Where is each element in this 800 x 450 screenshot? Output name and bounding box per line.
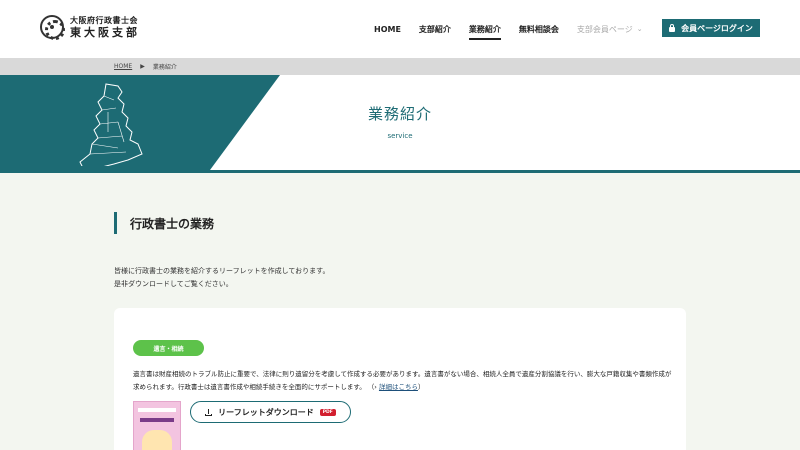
breadcrumb-current: 業務紹介 <box>152 64 177 71</box>
nav-member-page[interactable]: 支部会員ページ ⌄ <box>577 0 643 58</box>
osaka-map-icon <box>79 83 143 166</box>
nav-services[interactable]: 業務紹介 <box>468 0 501 58</box>
service-description: 遺言書は財産相続のトラブル防止に重要で、法律に則り遺留分を考慮して作成する必要が… <box>133 370 672 391</box>
chevron-down-icon: ⌄ <box>636 25 643 33</box>
category-tag: 遺言・相続 <box>133 340 204 356</box>
main-nav: HOME 支部紹介 業務紹介 無料相談会 支部会員ページ ⌄ <box>374 0 661 58</box>
page-subtitle: service <box>387 132 413 140</box>
nav-branch-intro[interactable]: 支部紹介 <box>419 0 451 58</box>
emblem-icon <box>40 15 65 40</box>
logo-branch-name: 東大阪支部 <box>70 25 140 39</box>
member-login-label: 会員ページログイン <box>681 23 753 33</box>
site-header: 大阪府行政書士会 東大阪支部 HOME 支部紹介 業務紹介 無料相談会 支部会員… <box>0 0 800 58</box>
chevron-right-icon: （› <box>367 383 379 391</box>
site-logo[interactable]: 大阪府行政書士会 東大阪支部 <box>40 15 140 40</box>
intro-line-2: 是非ダウンロードしてご覧ください。 <box>114 280 233 288</box>
section-intro: 皆様に行政書士の業務を紹介するリーフレットを作成しております。 是非ダウンロード… <box>114 265 329 291</box>
page-hero: 業務紹介 service <box>0 75 800 173</box>
lock-icon <box>669 23 676 32</box>
leaflet-download-button[interactable]: リーフレットダウンロード PDF <box>190 401 351 423</box>
chevron-right-icon: ▶ <box>140 63 145 70</box>
service-card: 遺言・相続 遺言書は財産相続のトラブル防止に重要で、法律に則り遺留分を考慮して作… <box>114 308 686 450</box>
nav-free-consultation[interactable]: 無料相談会 <box>519 0 559 58</box>
logo-org-name: 大阪府行政書士会 <box>70 15 138 25</box>
section-heading: 行政書士の業務 <box>114 212 214 234</box>
nav-home[interactable]: HOME <box>374 0 401 58</box>
pdf-badge: PDF <box>319 408 336 416</box>
member-login-button[interactable]: 会員ページログイン <box>662 19 760 37</box>
intro-line-1: 皆様に行政書士の業務を紹介するリーフレットを作成しております。 <box>114 267 330 275</box>
breadcrumb: HOME ▶ 業務紹介 <box>0 58 800 75</box>
detail-link[interactable]: 詳細はこちら <box>379 383 418 391</box>
breadcrumb-home-link[interactable]: HOME <box>114 63 132 70</box>
nav-member-page-label: 支部会員ページ <box>576 24 633 34</box>
illustration-icon <box>142 430 172 450</box>
download-label: リーフレットダウンロード <box>218 407 314 417</box>
page-title: 業務紹介 <box>367 105 432 123</box>
download-icon <box>205 408 213 416</box>
leaflet-thumbnail[interactable] <box>133 401 181 450</box>
